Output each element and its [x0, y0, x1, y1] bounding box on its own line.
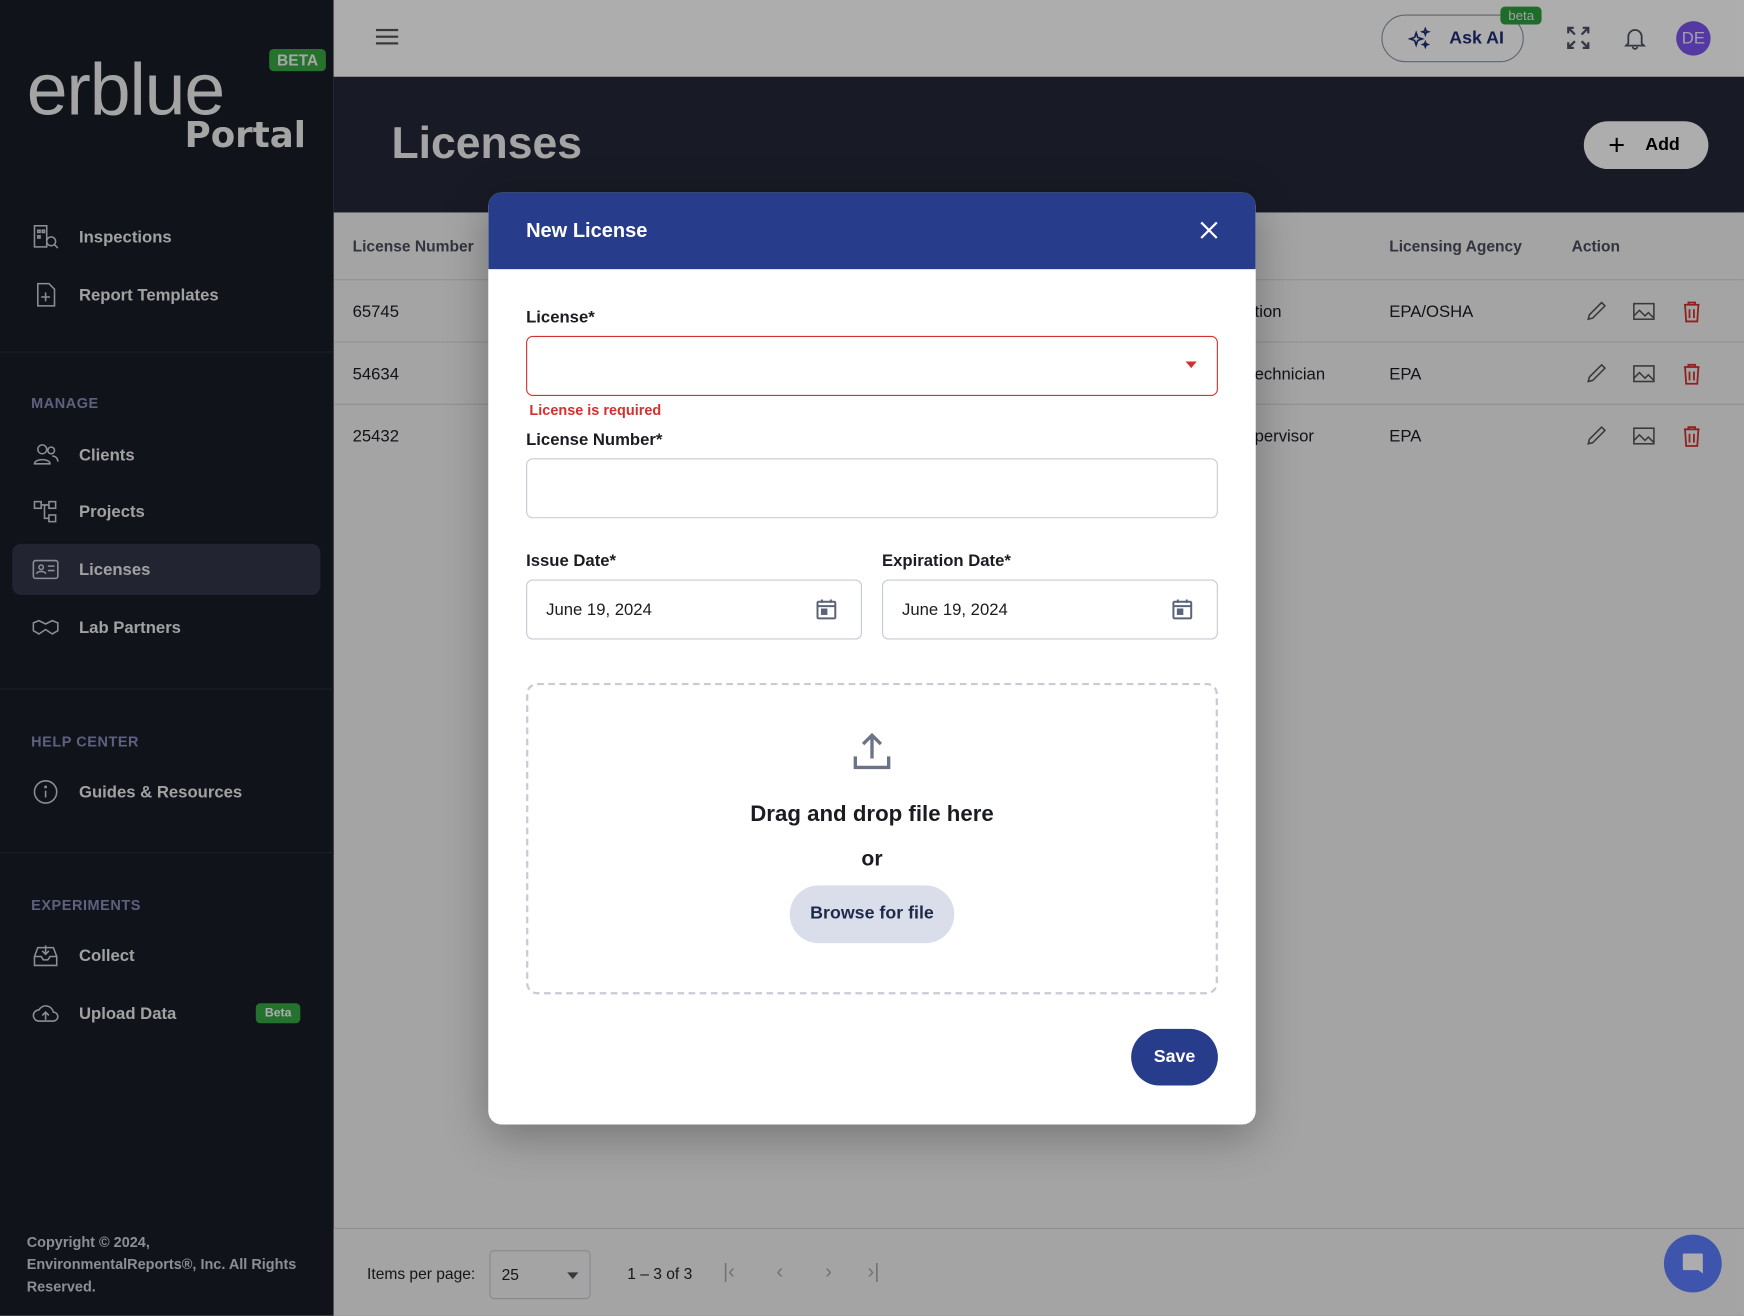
- save-button[interactable]: Save: [1131, 1028, 1218, 1086]
- expiration-date-value: June 19, 2024: [902, 600, 1008, 620]
- license-error: License is required: [529, 401, 662, 419]
- file-drop-zone[interactable]: Drag and drop file here or Browse for fi…: [526, 682, 1218, 995]
- issue-date-value: June 19, 2024: [546, 600, 652, 620]
- calendar-icon[interactable]: [814, 597, 838, 621]
- or-text: or: [861, 847, 883, 871]
- license-select[interactable]: [526, 335, 1218, 396]
- close-icon[interactable]: [1198, 219, 1220, 241]
- expiration-date-label: Expiration Date*: [882, 551, 1011, 571]
- license-label: License*: [526, 308, 595, 327]
- license-number-label: License Number*: [526, 430, 663, 450]
- issue-date-input[interactable]: June 19, 2024: [526, 579, 862, 640]
- new-license-dialog: New License License* License is required…: [488, 192, 1256, 1125]
- caret-down-icon: [1185, 361, 1197, 373]
- upload-icon: [853, 732, 891, 770]
- browse-file-button[interactable]: Browse for file: [789, 885, 955, 944]
- license-number-input[interactable]: [526, 458, 1218, 519]
- dialog-title: New License: [488, 192, 1256, 270]
- calendar-icon[interactable]: [1170, 597, 1194, 621]
- issue-date-label: Issue Date*: [526, 551, 617, 571]
- drop-text: Drag and drop file here: [750, 801, 994, 827]
- expiration-date-input[interactable]: June 19, 2024: [882, 579, 1218, 640]
